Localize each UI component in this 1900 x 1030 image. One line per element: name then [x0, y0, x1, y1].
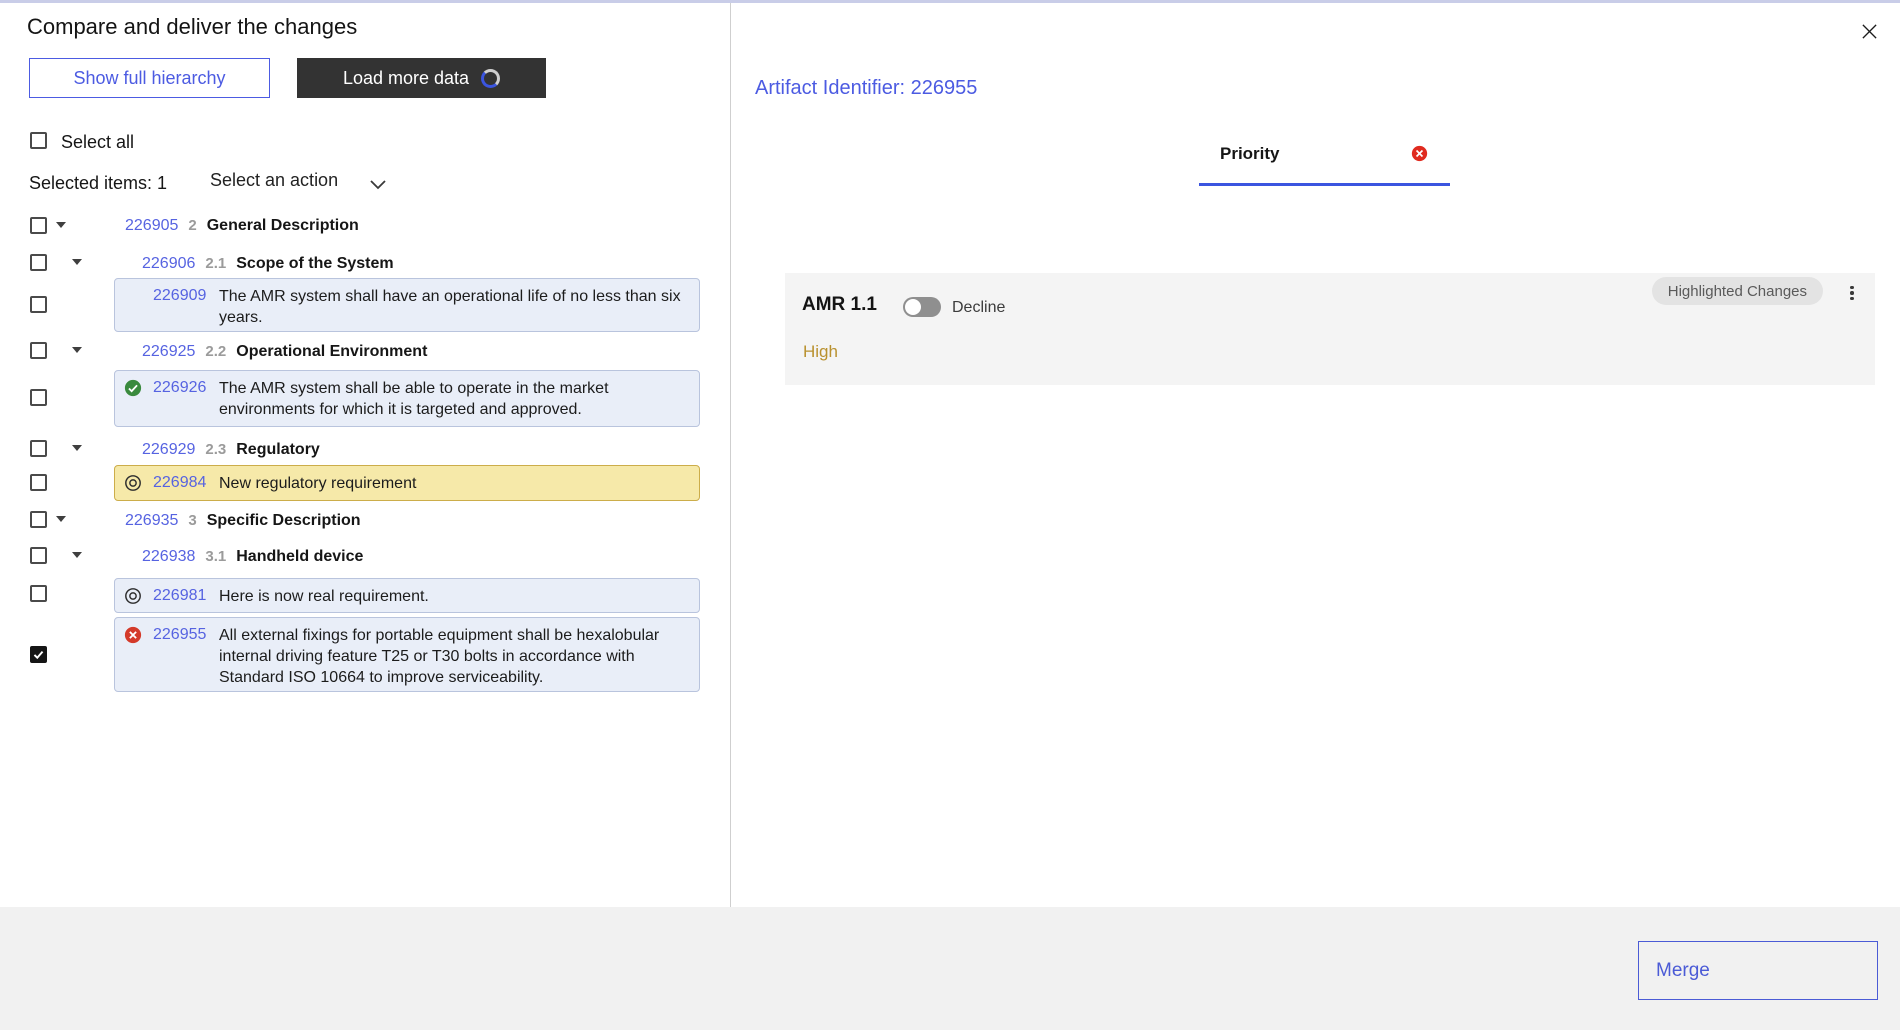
requirement-card[interactable]: 226981 Here is now real requirement. [114, 578, 700, 613]
artifact-id-link[interactable]: 226981 [153, 587, 206, 605]
section-number: 3 [188, 512, 196, 529]
load-more-data-button[interactable]: Load more data [297, 58, 546, 98]
top-accent-bar [0, 0, 1900, 3]
requirement-text: New regulatory requirement [219, 473, 685, 494]
compare-dialog: Compare and deliver the changes Show ful… [0, 0, 1900, 1030]
artifact-id-link[interactable]: 226925 [142, 343, 195, 361]
view-status-icon [124, 474, 142, 492]
rejected-status-icon [124, 626, 142, 644]
show-full-hierarchy-button[interactable]: Show full hierarchy [29, 58, 270, 98]
expand-caret-icon[interactable] [72, 347, 82, 353]
requirement-text: Here is now real requirement. [219, 586, 685, 607]
artifact-id-link[interactable]: 226984 [153, 474, 206, 492]
tab-priority[interactable]: Priority [1199, 140, 1450, 186]
dialog-footer: Merge [0, 907, 1900, 1030]
requirement-card[interactable]: 226909 The AMR system shall have an oper… [114, 278, 700, 332]
section-number: 2.3 [205, 441, 226, 458]
artifact-name: AMR 1.1 [802, 294, 877, 316]
priority-value: High [803, 342, 838, 362]
approved-status-icon [124, 379, 142, 397]
chevron-down-icon[interactable] [370, 177, 386, 195]
panel-divider [730, 3, 731, 907]
expand-caret-icon[interactable] [72, 552, 82, 558]
load-more-data-label: Load more data [343, 68, 469, 89]
requirement-card[interactable]: 226984 New regulatory requirement [114, 465, 700, 501]
error-badge-icon [1411, 145, 1428, 162]
requirement-text: The AMR system shall have an operational… [219, 286, 685, 328]
row-checkbox-checked[interactable] [30, 646, 47, 663]
section-title: Specific Description [207, 512, 361, 530]
artifact-id-link[interactable]: 226938 [142, 548, 195, 566]
row-checkbox[interactable] [30, 511, 47, 528]
tree-section-row: 226929 2.3 Regulatory [142, 441, 320, 459]
artifact-id-link[interactable]: 226926 [153, 379, 206, 397]
artifact-id-link[interactable]: 226929 [142, 441, 195, 459]
section-title: Scope of the System [236, 255, 393, 273]
tree-section-row: 226905 2 General Description [125, 217, 359, 235]
artifact-id-link[interactable]: 226905 [125, 217, 178, 235]
section-number: 2.1 [205, 255, 226, 272]
check-icon [32, 648, 45, 661]
active-tab-underline [1199, 183, 1450, 186]
artifact-id-link[interactable]: 226909 [153, 287, 206, 305]
expand-caret-icon[interactable] [72, 445, 82, 451]
section-title: General Description [207, 217, 359, 235]
section-title: Handheld device [236, 548, 363, 566]
row-checkbox[interactable] [30, 296, 47, 313]
tab-label: Priority [1220, 144, 1280, 164]
toggle-knob [905, 299, 921, 315]
tree-section-row: 226935 3 Specific Description [125, 512, 361, 530]
row-checkbox[interactable] [30, 585, 47, 602]
select-all-checkbox[interactable] [30, 132, 47, 149]
requirement-card-selected[interactable]: 226955 All external fixings for portable… [114, 617, 700, 692]
row-checkbox[interactable] [30, 389, 47, 406]
section-number: 2 [188, 217, 196, 234]
merge-button[interactable]: Merge [1638, 941, 1878, 1000]
highlighted-changes-badge: Highlighted Changes [1652, 277, 1823, 305]
page-title: Compare and deliver the changes [27, 14, 357, 40]
row-checkbox[interactable] [30, 342, 47, 359]
artifact-id-link[interactable]: 226955 [153, 626, 206, 644]
row-checkbox[interactable] [30, 547, 47, 564]
view-status-icon [124, 587, 142, 605]
decline-toggle[interactable] [903, 297, 941, 317]
select-action-dropdown[interactable]: Select an action [210, 170, 338, 191]
tree-section-row: 226925 2.2 Operational Environment [142, 343, 427, 361]
section-title: Operational Environment [236, 343, 427, 361]
artifact-id-link[interactable]: 226906 [142, 255, 195, 273]
artifact-detail-card: AMR 1.1 Decline Highlighted Changes High [785, 273, 1875, 385]
section-title: Regulatory [236, 441, 320, 459]
requirement-text: All external fixings for portable equipm… [219, 625, 685, 688]
tree-section-row: 226938 3.1 Handheld device [142, 548, 363, 566]
close-icon[interactable] [1858, 20, 1880, 42]
expand-caret-icon[interactable] [56, 516, 66, 522]
expand-caret-icon[interactable] [72, 259, 82, 265]
overflow-menu-icon[interactable] [1843, 283, 1861, 303]
row-checkbox[interactable] [30, 217, 47, 234]
select-all-label: Select all [61, 132, 134, 153]
requirement-card[interactable]: 226926 The AMR system shall be able to o… [114, 370, 700, 427]
row-checkbox[interactable] [30, 474, 47, 491]
artifact-identifier: Artifact Identifier: 226955 [755, 77, 977, 100]
tree-section-row: 226906 2.1 Scope of the System [142, 255, 394, 273]
row-checkbox[interactable] [30, 254, 47, 271]
section-number: 2.2 [205, 343, 226, 360]
expand-caret-icon[interactable] [56, 222, 66, 228]
row-checkbox[interactable] [30, 440, 47, 457]
decline-toggle-label: Decline [952, 299, 1005, 317]
section-number: 3.1 [205, 548, 226, 565]
requirement-text: The AMR system shall be able to operate … [219, 378, 685, 420]
loading-spinner-icon [481, 69, 500, 88]
selected-items-count: Selected items: 1 [29, 173, 167, 194]
artifact-id-link[interactable]: 226935 [125, 512, 178, 530]
